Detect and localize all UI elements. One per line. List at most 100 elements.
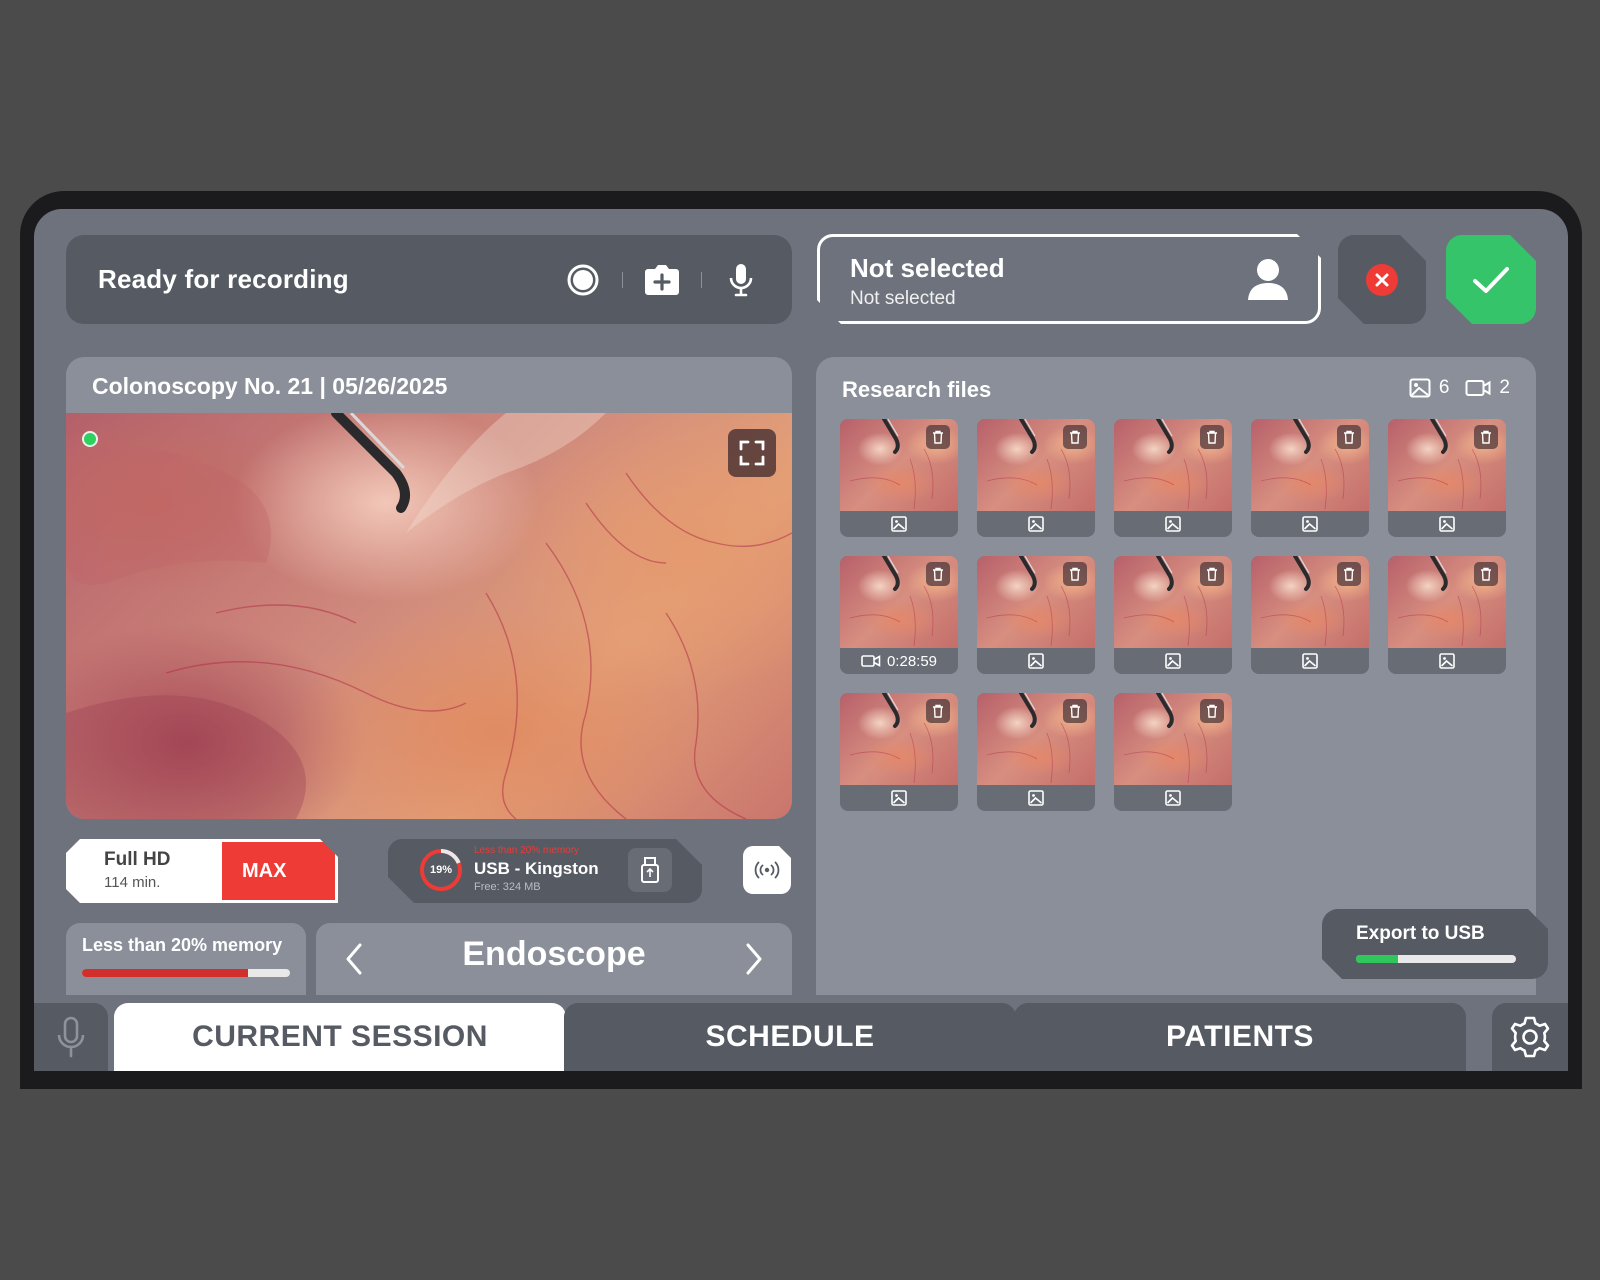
tab-schedule[interactable]: SCHEDULE [564, 1003, 1016, 1071]
microphone-icon[interactable] [722, 261, 760, 299]
storage-warning: Less than 20% memory [474, 845, 580, 856]
delete-icon[interactable] [1337, 562, 1361, 586]
image-icon [1028, 790, 1044, 806]
storage-panel: 19% Less than 20% memory USB - Kingston … [388, 839, 702, 903]
tab-current-session[interactable]: CURRENT SESSION [114, 1003, 566, 1071]
wireless-button[interactable] [743, 846, 791, 894]
quality-level-badge[interactable]: MAX [222, 839, 338, 903]
delete-icon[interactable] [1063, 562, 1087, 586]
video-duration: 0:28:59 [886, 652, 938, 670]
tab-patients[interactable]: PATIENTS [1014, 1003, 1466, 1071]
file-counts: 6 2 [1409, 377, 1510, 399]
image-thumbnail[interactable] [977, 556, 1095, 674]
recording-status-bar: Ready for recording [66, 235, 792, 324]
procedure-title: Colonoscopy No. 21 | 05/26/2025 [92, 373, 448, 399]
resolution-label: Full HD [104, 849, 171, 870]
image-icon [1165, 653, 1181, 669]
thumbnail-footer [1114, 785, 1232, 811]
storage-device-name: USB - Kingston [474, 859, 599, 878]
image-thumbnail[interactable] [1388, 419, 1506, 537]
thumbnail-footer [1114, 511, 1232, 537]
video-icon [861, 654, 881, 668]
close-icon [1364, 262, 1400, 298]
usb-drive-icon [640, 857, 660, 883]
divider [622, 271, 623, 288]
image-icon [1028, 516, 1044, 532]
video-count: 2 [1499, 377, 1510, 398]
fullscreen-icon [739, 440, 765, 466]
image-icon [1302, 516, 1318, 532]
voice-control-button[interactable] [34, 1003, 108, 1071]
video-panel: Colonoscopy No. 21 | 05/26/2025 [66, 357, 792, 819]
export-label: Export to USB [1356, 923, 1485, 944]
live-video-feed[interactable] [66, 413, 792, 819]
camera-add-icon[interactable] [643, 261, 681, 299]
patient-selector[interactable]: Not selected Not selected [817, 234, 1321, 324]
thumbnail-footer [840, 785, 958, 811]
image-thumbnail[interactable] [977, 419, 1095, 537]
image-thumbnail[interactable] [1251, 556, 1369, 674]
storage-free-space: Free: 324 MB [474, 881, 541, 893]
delete-icon[interactable] [1200, 562, 1224, 586]
quality-selector[interactable]: Full HD 114 min. MAX [66, 839, 338, 903]
image-thumbnail[interactable] [1114, 556, 1232, 674]
image-icon [1165, 790, 1181, 806]
gear-icon [1510, 1016, 1550, 1058]
delete-icon[interactable] [1063, 699, 1087, 723]
delete-icon[interactable] [926, 425, 950, 449]
image-thumbnail[interactable] [840, 419, 958, 537]
thumbnail-footer [977, 785, 1095, 811]
export-progress-fill [1356, 955, 1398, 963]
status-actions [564, 235, 760, 324]
settings-button[interactable] [1492, 1003, 1568, 1071]
memory-usage-bar [82, 969, 290, 977]
thumbnail-footer [840, 511, 958, 537]
export-to-usb-button[interactable]: Export to USB [1322, 909, 1548, 979]
image-icon [1165, 516, 1181, 532]
previous-device-button[interactable] [334, 939, 374, 979]
thumbnail-footer [1251, 511, 1369, 537]
storage-percent: 19% [429, 864, 453, 876]
cancel-button[interactable] [1338, 235, 1426, 324]
delete-icon[interactable] [1200, 425, 1224, 449]
image-thumbnail[interactable] [977, 693, 1095, 811]
record-icon[interactable] [564, 261, 602, 299]
delete-icon[interactable] [926, 699, 950, 723]
thumbnail-footer [977, 648, 1095, 674]
thumbnail-footer: 0:28:59 [840, 648, 958, 674]
delete-icon[interactable] [1474, 425, 1498, 449]
video-thumbnail[interactable]: 0:28:59 [840, 556, 958, 674]
image-thumbnail[interactable] [1114, 693, 1232, 811]
bottom-navigation: CURRENT SESSION SCHEDULE PATIENTS [34, 995, 1568, 1071]
delete-icon[interactable] [1474, 562, 1498, 586]
thumbnail-footer [977, 511, 1095, 537]
endoscopy-image [66, 413, 792, 819]
device-selector: Endoscope [316, 923, 792, 1003]
delete-icon[interactable] [926, 562, 950, 586]
thumbnail-footer [1388, 648, 1506, 674]
image-icon [1439, 516, 1455, 532]
image-thumbnail[interactable] [1388, 556, 1506, 674]
divider [701, 271, 702, 288]
confirm-button[interactable] [1446, 235, 1536, 324]
delete-icon[interactable] [1337, 425, 1361, 449]
image-icon [891, 516, 907, 532]
memory-usage-fill [82, 969, 249, 977]
recording-duration: 114 min. [104, 874, 161, 891]
next-device-button[interactable] [734, 939, 774, 979]
microphone-icon [57, 1016, 85, 1058]
thumbnail-footer [1388, 511, 1506, 537]
image-thumbnail[interactable] [1251, 419, 1369, 537]
image-thumbnail[interactable] [840, 693, 958, 811]
usb-drive-button[interactable] [628, 848, 672, 892]
patient-name: Not selected [850, 253, 1005, 283]
image-icon [1028, 653, 1044, 669]
chevron-left-icon [346, 943, 362, 975]
recording-status-text: Ready for recording [98, 264, 349, 294]
recording-indicator-dot [82, 431, 98, 447]
fullscreen-button[interactable] [728, 429, 776, 477]
image-count: 6 [1438, 377, 1450, 398]
image-thumbnail[interactable] [1114, 419, 1232, 537]
delete-icon[interactable] [1200, 699, 1224, 723]
delete-icon[interactable] [1063, 425, 1087, 449]
